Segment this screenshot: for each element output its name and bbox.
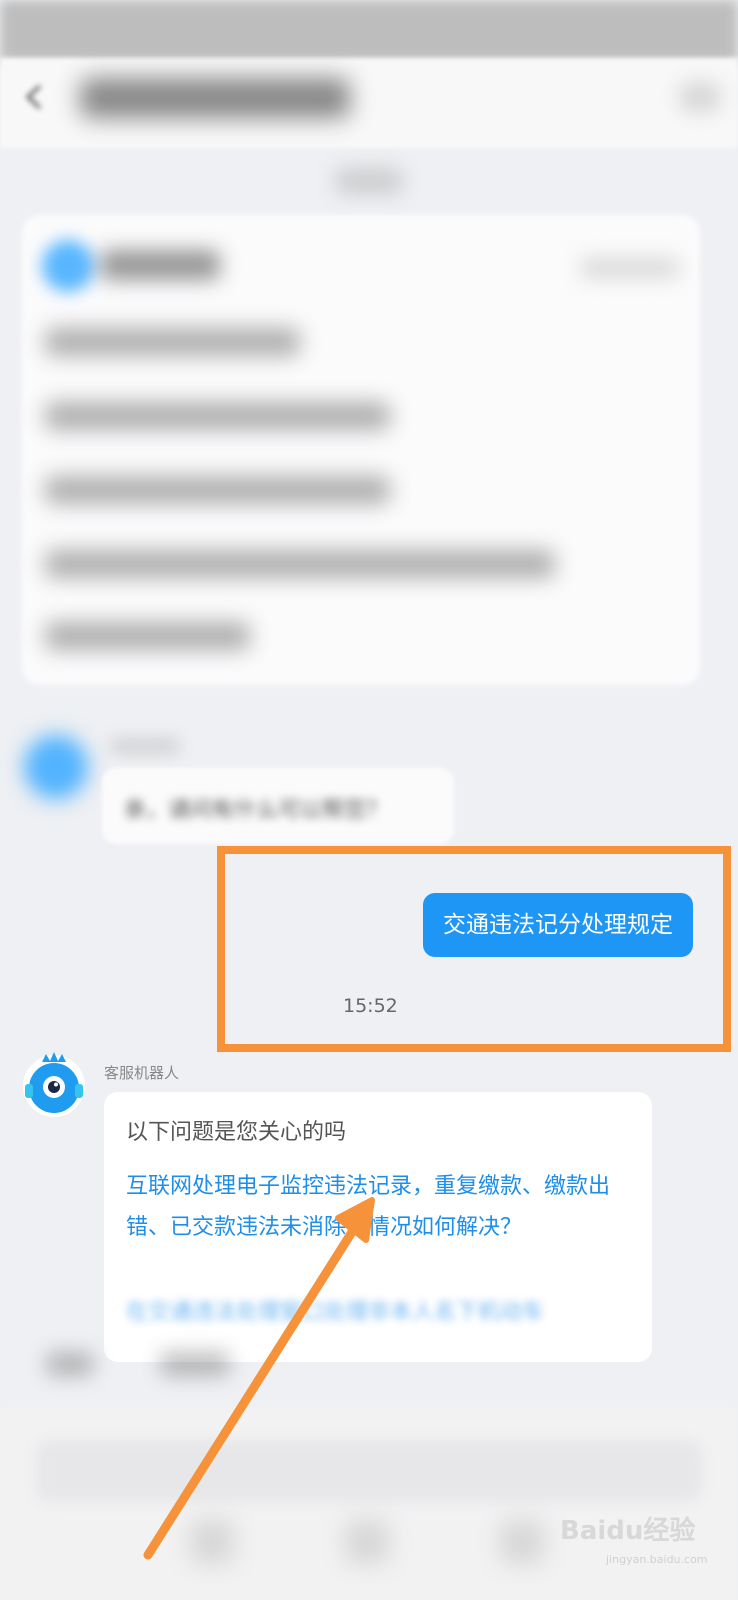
answer-intro: 以下问题是您关心的吗 bbox=[126, 1120, 347, 1145]
suggested-question-link[interactable]: 在交通违法处理窗口处理非本人名下机动车 bbox=[126, 1292, 632, 1333]
back-arrow-icon[interactable] bbox=[18, 80, 52, 114]
voice-icon[interactable] bbox=[190, 1520, 234, 1564]
faq-item[interactable] bbox=[45, 402, 390, 430]
bot-name: 客服机器人 bbox=[104, 1064, 180, 1082]
date-divider bbox=[335, 168, 403, 194]
faq-card bbox=[22, 215, 700, 685]
faq-item[interactable] bbox=[45, 476, 390, 504]
more-icon[interactable] bbox=[680, 82, 720, 112]
status-bar bbox=[0, 0, 738, 62]
page-title bbox=[80, 78, 350, 118]
bot-name-blurred bbox=[110, 738, 180, 754]
baidu-watermark: Baidu经验 jingyan.baidu.com bbox=[560, 1505, 708, 1575]
faq-item[interactable] bbox=[45, 328, 300, 356]
faq-avatar bbox=[42, 240, 94, 292]
answer-bubble: 以下问题是您关心的吗 互联网处理电子监控违法记录，重复缴款、缴款出错、已交款违法… bbox=[104, 1092, 652, 1362]
robot-avatar-icon bbox=[20, 1050, 88, 1118]
faq-item[interactable] bbox=[45, 550, 555, 578]
faq-title bbox=[100, 250, 220, 280]
watermark-text: Baidu经验 bbox=[560, 1516, 696, 1546]
quick-reply-chip[interactable] bbox=[160, 1352, 230, 1376]
emoji-icon[interactable] bbox=[345, 1520, 389, 1564]
suggested-question-link[interactable]: 互联网处理电子监控违法记录，重复缴款、缴款出错、已交款违法未消除等情况如何解决？ bbox=[126, 1166, 632, 1248]
greeting-text: 亲，请问有什么可以帮您？ bbox=[124, 798, 389, 823]
highlight-box bbox=[217, 846, 731, 1052]
quick-reply-chip[interactable] bbox=[46, 1352, 94, 1376]
bot-avatar bbox=[24, 735, 88, 799]
faq-more-link[interactable] bbox=[580, 258, 680, 278]
message-input[interactable] bbox=[36, 1440, 702, 1502]
faq-item[interactable] bbox=[45, 622, 250, 650]
plus-icon[interactable] bbox=[500, 1520, 544, 1564]
watermark-url: jingyan.baidu.com bbox=[606, 1553, 708, 1566]
